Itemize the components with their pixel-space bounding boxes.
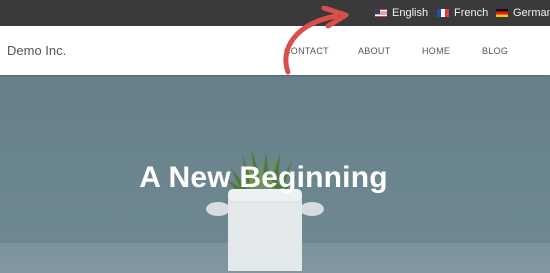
language-label: English: [392, 7, 429, 19]
flag-us-icon: [375, 9, 387, 17]
language-bar: English French German: [0, 0, 550, 26]
language-english[interactable]: English: [375, 0, 428, 26]
nav-blog[interactable]: BLOG: [482, 26, 508, 75]
language-german[interactable]: German: [496, 0, 550, 26]
flag-de-icon: [496, 9, 508, 17]
language-label: French: [454, 7, 489, 19]
page: English French German Demo Inc. CONTACT …: [0, 0, 550, 273]
site-header: Demo Inc. CONTACT ABOUT HOME BLOG: [0, 26, 550, 75]
nav-home[interactable]: HOME: [422, 26, 450, 75]
language-french[interactable]: French: [437, 0, 488, 26]
nav-contact[interactable]: CONTACT: [284, 26, 329, 75]
nav-about[interactable]: ABOUT: [358, 26, 391, 75]
site-brand[interactable]: Demo Inc.: [7, 26, 66, 75]
hero-section: A New Beginning: [0, 75, 550, 273]
hero-title: A New Beginning: [139, 161, 388, 194]
flag-fr-icon: [437, 9, 449, 17]
language-label: German: [513, 7, 550, 19]
